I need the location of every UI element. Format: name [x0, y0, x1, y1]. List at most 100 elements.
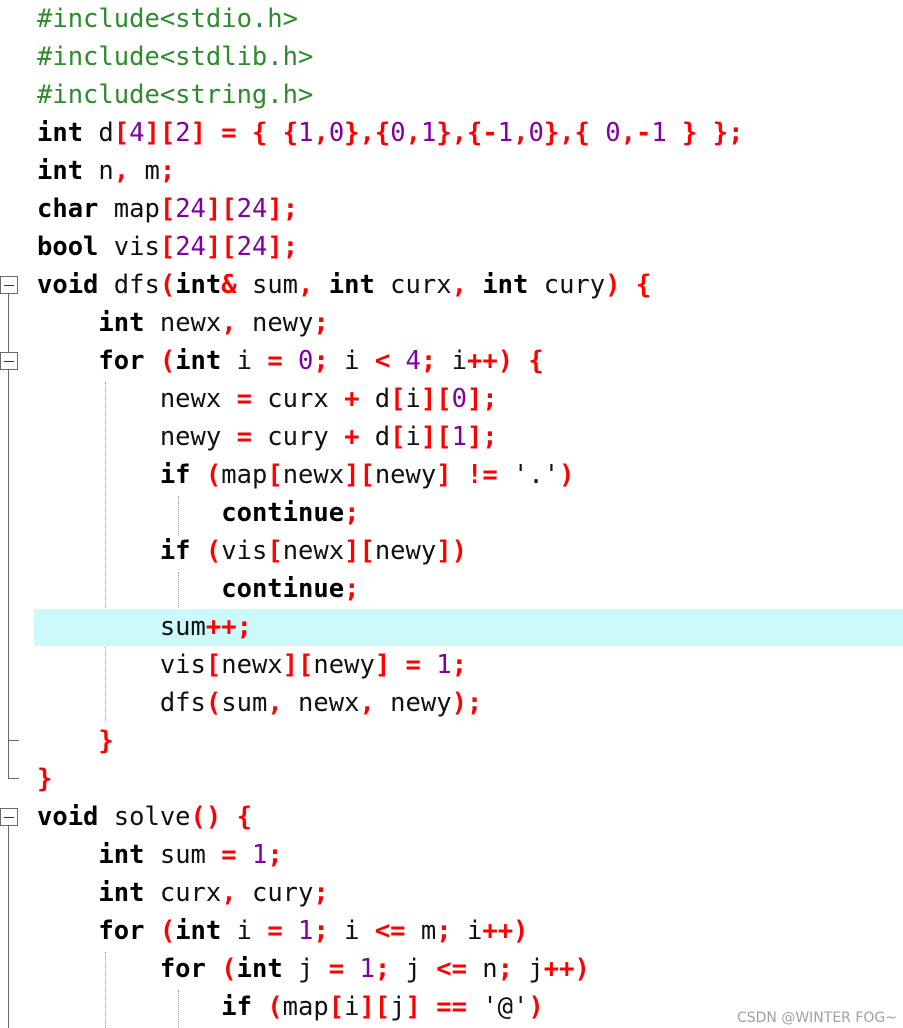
code-line[interactable]: }: [37, 760, 743, 798]
code-line[interactable]: int n, m;: [37, 152, 743, 190]
code-line[interactable]: #include<string.h>: [37, 76, 743, 114]
code-token: cury: [528, 270, 606, 300]
code-line[interactable]: }: [37, 722, 743, 760]
code-line[interactable]: dfs(sum, newx, newy);: [37, 684, 743, 722]
code-line[interactable]: bool vis[24][24];: [37, 228, 743, 266]
code-token: '.': [513, 460, 560, 490]
code-token: newy: [374, 688, 452, 718]
code-token: continue: [221, 498, 345, 528]
code-line[interactable]: #include<stdlib.h>: [37, 38, 743, 76]
code-line[interactable]: int d[4][2] = { {1,0},{0,1},{-1,0},{ 0,-…: [37, 114, 743, 152]
code-token: if: [221, 992, 252, 1022]
code-token: ,: [221, 308, 237, 338]
fold-minus-icon[interactable]: [0, 276, 18, 294]
code-line[interactable]: void solve() {: [37, 798, 743, 836]
code-token: sum: [37, 612, 206, 642]
code-line[interactable]: for (int i = 0; i < 4; i++) {: [37, 342, 743, 380]
code-token: newy: [37, 422, 237, 452]
code-token: 24: [175, 194, 206, 224]
code-token: dfs: [98, 270, 160, 300]
code-token: newx: [282, 536, 345, 566]
code-line[interactable]: sum++;: [37, 608, 743, 646]
code-line[interactable]: int newx, newy;: [37, 304, 743, 342]
code-line[interactable]: #include<stdio.h>: [37, 0, 743, 38]
code-line[interactable]: char map[24][24];: [37, 190, 743, 228]
code-token: ;: [374, 954, 391, 984]
code-token: m: [129, 156, 160, 186]
code-line[interactable]: int sum = 1;: [37, 836, 743, 874]
code-line[interactable]: continue;: [37, 570, 743, 608]
code-token: {: [282, 118, 299, 148]
code-token: ][: [205, 232, 237, 262]
code-token: newy: [374, 460, 437, 490]
code-token: ==: [436, 992, 467, 1022]
code-token: =: [267, 346, 283, 376]
code-token: =: [267, 916, 283, 946]
fold-line: [8, 826, 9, 1028]
code-token: i: [328, 916, 375, 946]
code-token: newx: [144, 308, 222, 338]
code-token: ++): [482, 916, 529, 946]
code-token: [: [390, 384, 406, 414]
code-token: <: [374, 346, 391, 376]
code-token: cury: [236, 878, 314, 908]
code-token: 1: [298, 118, 314, 148]
code-token: for: [159, 954, 206, 984]
code-token: };: [712, 118, 744, 148]
code-token: ;: [420, 346, 437, 376]
code-token: (): [190, 802, 222, 832]
code-token: );: [451, 688, 483, 718]
code-line[interactable]: for (int i = 1; i <= m; i++): [37, 912, 743, 950]
code-token: 1: [298, 916, 314, 946]
code-line[interactable]: int curx, cury;: [37, 874, 743, 912]
code-token: ;: [267, 840, 283, 870]
code-token: ++): [466, 346, 514, 376]
code-token: map: [282, 992, 329, 1022]
code-token: n: [466, 954, 498, 984]
code-line[interactable]: if (vis[newx][newy]): [37, 532, 743, 570]
code-token: },{: [543, 118, 590, 148]
code-token: int: [482, 270, 529, 300]
code-token: int: [37, 118, 84, 148]
code-token: j: [390, 992, 406, 1022]
code-token: i: [221, 346, 268, 376]
code-line[interactable]: newx = curx + d[i][0];: [37, 380, 743, 418]
code-token: newx: [282, 460, 345, 490]
code-token: =: [221, 118, 237, 148]
code-token: for: [98, 916, 145, 946]
code-text[interactable]: #include<stdio.h> #include<stdlib.h> #incl…: [37, 0, 743, 1026]
code-token: [: [328, 992, 345, 1022]
code-editor[interactable]: #include<stdio.h> #include<stdlib.h> #incl…: [0, 0, 903, 1028]
code-token: 1: [359, 954, 375, 984]
code-token: ]: [436, 460, 452, 490]
fold-minus-icon[interactable]: [0, 808, 18, 826]
code-line[interactable]: void dfs(int& sum, int curx, int cury) {: [37, 266, 743, 304]
code-token: i: [436, 346, 467, 376]
code-token: ;: [497, 954, 514, 984]
code-token: i: [451, 916, 483, 946]
code-token: [: [390, 422, 406, 452]
code-token: 24: [236, 232, 268, 262]
code-token: #include<string.h>: [37, 80, 314, 110]
code-line[interactable]: if (map[i][j] == '@'): [37, 988, 743, 1026]
code-line[interactable]: for (int j = 1; j <= n; j++): [37, 950, 743, 988]
code-line[interactable]: if (map[newx][newy] != '.'): [37, 456, 743, 494]
code-line[interactable]: continue;: [37, 494, 743, 532]
code-token: ;: [344, 498, 360, 528]
code-line[interactable]: vis[newx][newy] = 1;: [37, 646, 743, 684]
code-line[interactable]: newy = cury + d[i][1];: [37, 418, 743, 456]
fold-minus-icon[interactable]: [0, 352, 18, 370]
code-token: 4: [129, 118, 145, 148]
code-token: newy: [374, 536, 437, 566]
